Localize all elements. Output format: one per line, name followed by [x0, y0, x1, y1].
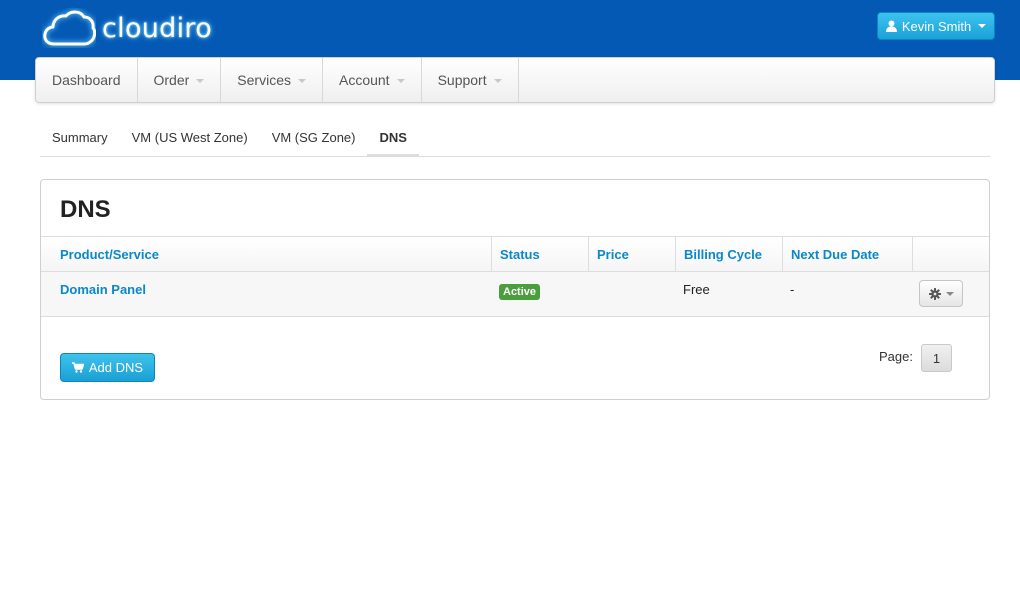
table-header: Product/Service Status Price Billing Cyc…: [41, 236, 989, 272]
status-badge: Active: [499, 284, 541, 300]
brand-name: cloudiro: [102, 12, 213, 44]
column-header-next-due[interactable]: Next Due Date: [782, 237, 912, 271]
service-tabs: Summary VM (US West Zone) VM (SG Zone) D…: [40, 118, 990, 157]
chevron-down-icon: [396, 79, 405, 83]
gear-icon: [928, 287, 941, 300]
nav-dashboard[interactable]: Dashboard: [36, 58, 138, 102]
nav-label: Support: [437, 72, 487, 88]
billing-cycle-value: Free: [683, 282, 710, 297]
column-header-status[interactable]: Status: [491, 237, 588, 271]
nav-label: Order: [153, 72, 190, 88]
column-header-product[interactable]: Product/Service: [41, 237, 491, 271]
nav-support[interactable]: Support: [422, 58, 519, 102]
add-dns-button[interactable]: Add DNS: [60, 353, 155, 382]
tab-dns[interactable]: DNS: [367, 118, 419, 157]
tab-summary[interactable]: Summary: [40, 118, 120, 157]
nav-order[interactable]: Order: [138, 58, 222, 102]
nav-label: Dashboard: [52, 72, 121, 88]
chevron-down-icon: [493, 79, 502, 83]
chevron-down-icon: [945, 291, 954, 296]
add-dns-label: Add DNS: [88, 360, 144, 375]
product-link[interactable]: Domain Panel: [60, 282, 146, 297]
user-icon: [885, 20, 897, 32]
tab-vm-sg[interactable]: VM (SG Zone): [260, 118, 368, 157]
row-actions-button[interactable]: [919, 280, 963, 307]
pagination-page-current[interactable]: 1: [921, 344, 952, 372]
nav-account[interactable]: Account: [323, 58, 422, 102]
nav-label: Services: [237, 72, 291, 88]
column-header-price[interactable]: Price: [588, 237, 675, 271]
nav-label: Account: [338, 72, 390, 88]
pagination-label: Page:: [879, 349, 913, 364]
cart-icon: [71, 362, 84, 373]
chevron-down-icon: [196, 79, 205, 83]
column-header-billing-cycle[interactable]: Billing Cycle: [675, 237, 782, 271]
chevron-down-icon: [978, 24, 987, 28]
panel-title: DNS: [60, 196, 111, 223]
chevron-down-icon: [297, 79, 306, 83]
table-row: Domain Panel Active Free -: [41, 272, 989, 317]
dns-panel: DNS Product/Service Status Price Billing…: [40, 179, 990, 400]
column-header-actions: [912, 237, 989, 271]
tab-vm-us-west[interactable]: VM (US West Zone): [120, 118, 260, 157]
main-navbar: Dashboard Order Services Account Support: [35, 57, 995, 103]
next-due-value: -: [790, 282, 795, 297]
cloud-icon: [43, 10, 96, 46]
user-name: Kevin Smith: [901, 18, 972, 34]
brand-logo[interactable]: cloudiro: [42, 6, 212, 50]
user-menu-button[interactable]: Kevin Smith: [877, 12, 995, 40]
nav-services[interactable]: Services: [221, 58, 323, 102]
